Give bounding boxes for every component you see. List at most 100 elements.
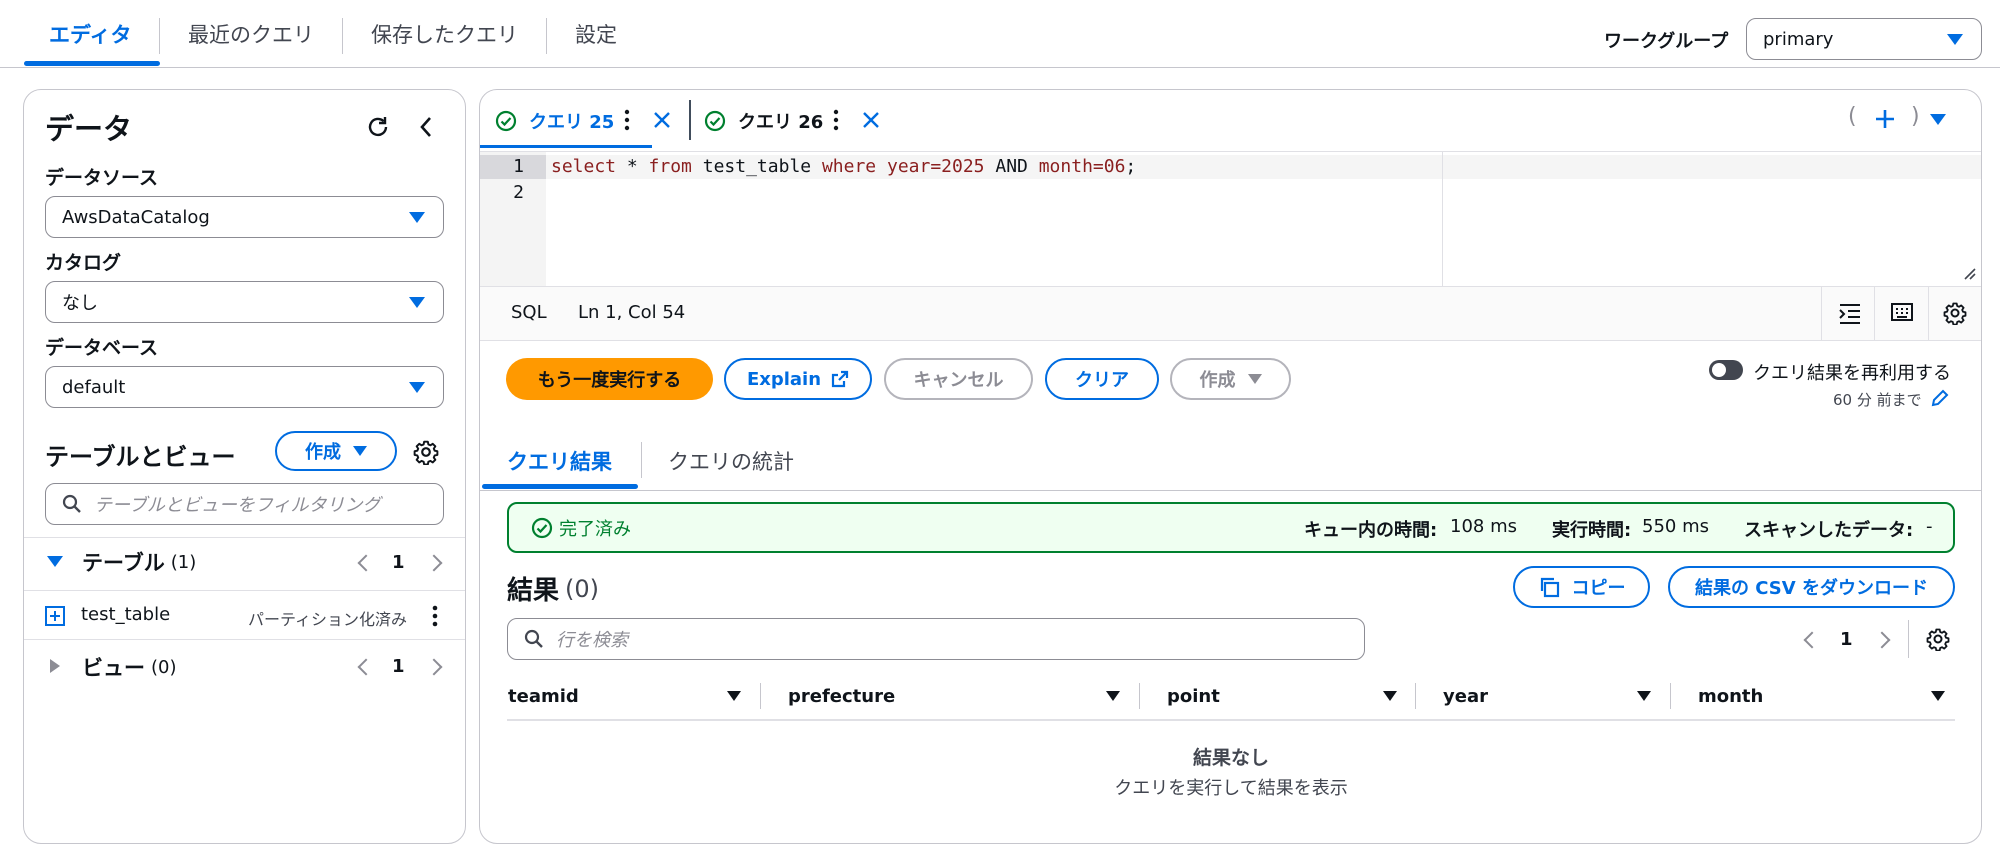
column-header-prefecture[interactable]: prefecture bbox=[788, 686, 895, 707]
tab-dropdown-icon[interactable] bbox=[1930, 114, 1946, 125]
views-label: ビュー bbox=[82, 656, 145, 680]
more-options-icon[interactable] bbox=[831, 108, 841, 132]
reuse-results-label: クエリ結果を再利用する bbox=[1753, 363, 1951, 384]
query-tab-label: クエリ 26 bbox=[738, 112, 824, 133]
bracket-right: ) bbox=[1911, 104, 1920, 129]
close-icon[interactable] bbox=[861, 110, 881, 130]
create-table-button[interactable]: 作成 bbox=[275, 431, 397, 471]
datasource-value: AwsDataCatalog bbox=[62, 206, 210, 228]
tab-editor[interactable]: エディタ bbox=[49, 0, 132, 68]
search-placeholder: 行を検索 bbox=[556, 630, 628, 651]
active-results-tab-indicator bbox=[482, 484, 638, 489]
filter-input[interactable]: テーブルとビューをフィルタリング bbox=[45, 483, 444, 525]
gear-icon[interactable] bbox=[413, 439, 439, 465]
tab-settings[interactable]: 設定 bbox=[575, 0, 617, 68]
catalog-select[interactable]: なし bbox=[45, 281, 444, 323]
tab-divider bbox=[641, 442, 642, 478]
column-divider bbox=[1415, 683, 1416, 709]
keyboard-icon[interactable] bbox=[1890, 302, 1914, 322]
divider bbox=[480, 151, 1981, 152]
column-header-year[interactable]: year bbox=[1443, 686, 1488, 707]
create-button[interactable]: 作成 bbox=[1170, 358, 1291, 400]
tab-query-stats[interactable]: クエリの統計 bbox=[668, 446, 794, 476]
copy-icon bbox=[1540, 577, 1559, 598]
caret-down-icon bbox=[1947, 34, 1963, 45]
collapse-icon[interactable] bbox=[418, 115, 434, 139]
more-options-icon[interactable] bbox=[622, 108, 632, 132]
toggle-knob bbox=[1712, 363, 1726, 377]
sql-code-line[interactable]: select * from test_table where year=2025… bbox=[551, 155, 1136, 179]
workgroup-select[interactable]: primary bbox=[1746, 18, 1982, 60]
query-tab-active[interactable]: クエリ 25 bbox=[495, 106, 614, 136]
table-item-name[interactable]: test_table bbox=[81, 604, 170, 625]
sql-text: ; bbox=[1125, 156, 1137, 177]
close-icon[interactable] bbox=[652, 110, 672, 130]
format-indent-icon[interactable] bbox=[1838, 302, 1862, 324]
scanned-data-value: - bbox=[1926, 516, 1933, 537]
database-value: default bbox=[62, 376, 126, 398]
gear-icon[interactable] bbox=[1943, 301, 1967, 325]
collapsed-caret-icon[interactable] bbox=[50, 659, 60, 673]
row-search-input[interactable]: 行を検索 bbox=[507, 618, 1365, 660]
query-tab[interactable]: クエリ 26 bbox=[704, 106, 823, 136]
reuse-results-toggle[interactable] bbox=[1709, 360, 1743, 380]
download-csv-button[interactable]: 結果の CSV をダウンロード bbox=[1668, 566, 1955, 608]
views-page-number: 1 bbox=[392, 656, 405, 677]
column-header-point[interactable]: point bbox=[1167, 686, 1220, 707]
workgroup-label: ワークグループ bbox=[1604, 31, 1729, 52]
sort-icon[interactable] bbox=[727, 691, 741, 701]
datasource-select[interactable]: AwsDataCatalog bbox=[45, 196, 444, 238]
expand-caret-icon[interactable] bbox=[47, 556, 63, 567]
sort-icon[interactable] bbox=[1637, 691, 1651, 701]
more-options-icon[interactable] bbox=[430, 604, 440, 628]
run-again-button[interactable]: もう一度実行する bbox=[506, 358, 713, 400]
filter-placeholder: テーブルとビューをフィルタリング bbox=[94, 495, 381, 516]
column-header-teamid[interactable]: teamid bbox=[508, 686, 579, 707]
tables-page-number: 1 bbox=[392, 552, 405, 573]
column-divider bbox=[1139, 683, 1140, 709]
refresh-icon[interactable] bbox=[365, 114, 391, 140]
edit-pencil-icon[interactable] bbox=[1930, 388, 1950, 408]
tables-count: (1) bbox=[170, 551, 197, 573]
caret-down-icon bbox=[409, 382, 425, 393]
tables-section-header[interactable]: テーブル (1) bbox=[82, 547, 196, 577]
tab-saved-queries[interactable]: 保存したクエリ bbox=[371, 0, 518, 68]
top-navigation: エディタ 最近のクエリ 保存したクエリ 設定 ワークグループ primary bbox=[0, 0, 2000, 68]
divider bbox=[1821, 287, 1822, 340]
query-tab-label: クエリ 25 bbox=[529, 112, 615, 133]
column-divider bbox=[1670, 683, 1671, 709]
divider bbox=[24, 537, 465, 538]
sort-icon[interactable] bbox=[1931, 691, 1945, 701]
create-label: 作成 bbox=[1199, 370, 1236, 391]
tables-views-title: テーブルとビュー bbox=[45, 443, 236, 471]
column-header-month[interactable]: month bbox=[1698, 686, 1763, 707]
caret-down-icon bbox=[1247, 374, 1262, 384]
sql-keyword: select bbox=[551, 156, 617, 177]
copy-button[interactable]: コピー bbox=[1513, 566, 1650, 608]
check-circle-icon bbox=[531, 517, 553, 538]
views-section-header[interactable]: ビュー (0) bbox=[82, 652, 177, 682]
sql-condition: year=2025 bbox=[886, 156, 985, 177]
add-tab-icon[interactable] bbox=[1874, 108, 1896, 130]
resize-handle-icon[interactable] bbox=[1962, 266, 1976, 280]
divider bbox=[1908, 620, 1909, 658]
clear-button[interactable]: クリア bbox=[1045, 358, 1159, 400]
tab-divider bbox=[689, 100, 691, 140]
tab-recent-queries[interactable]: 最近のクエリ bbox=[188, 0, 314, 68]
expand-plus-icon[interactable] bbox=[45, 606, 65, 626]
results-count: (0) bbox=[565, 574, 600, 603]
active-query-indicator bbox=[480, 145, 652, 148]
tab-divider bbox=[342, 18, 343, 54]
database-select[interactable]: default bbox=[45, 366, 444, 408]
results-page-number: 1 bbox=[1840, 629, 1853, 650]
explain-button[interactable]: Explain bbox=[724, 358, 872, 400]
sort-icon[interactable] bbox=[1383, 691, 1397, 701]
gear-icon[interactable] bbox=[1926, 627, 1950, 651]
caret-down-icon bbox=[409, 212, 425, 223]
cancel-button[interactable]: キャンセル bbox=[884, 358, 1033, 400]
sort-icon[interactable] bbox=[1106, 691, 1120, 701]
active-tab-indicator bbox=[24, 61, 160, 66]
tab-query-results[interactable]: クエリ結果 bbox=[507, 446, 612, 476]
line-number: 1 bbox=[513, 156, 524, 177]
workgroup-value: primary bbox=[1763, 28, 1834, 50]
